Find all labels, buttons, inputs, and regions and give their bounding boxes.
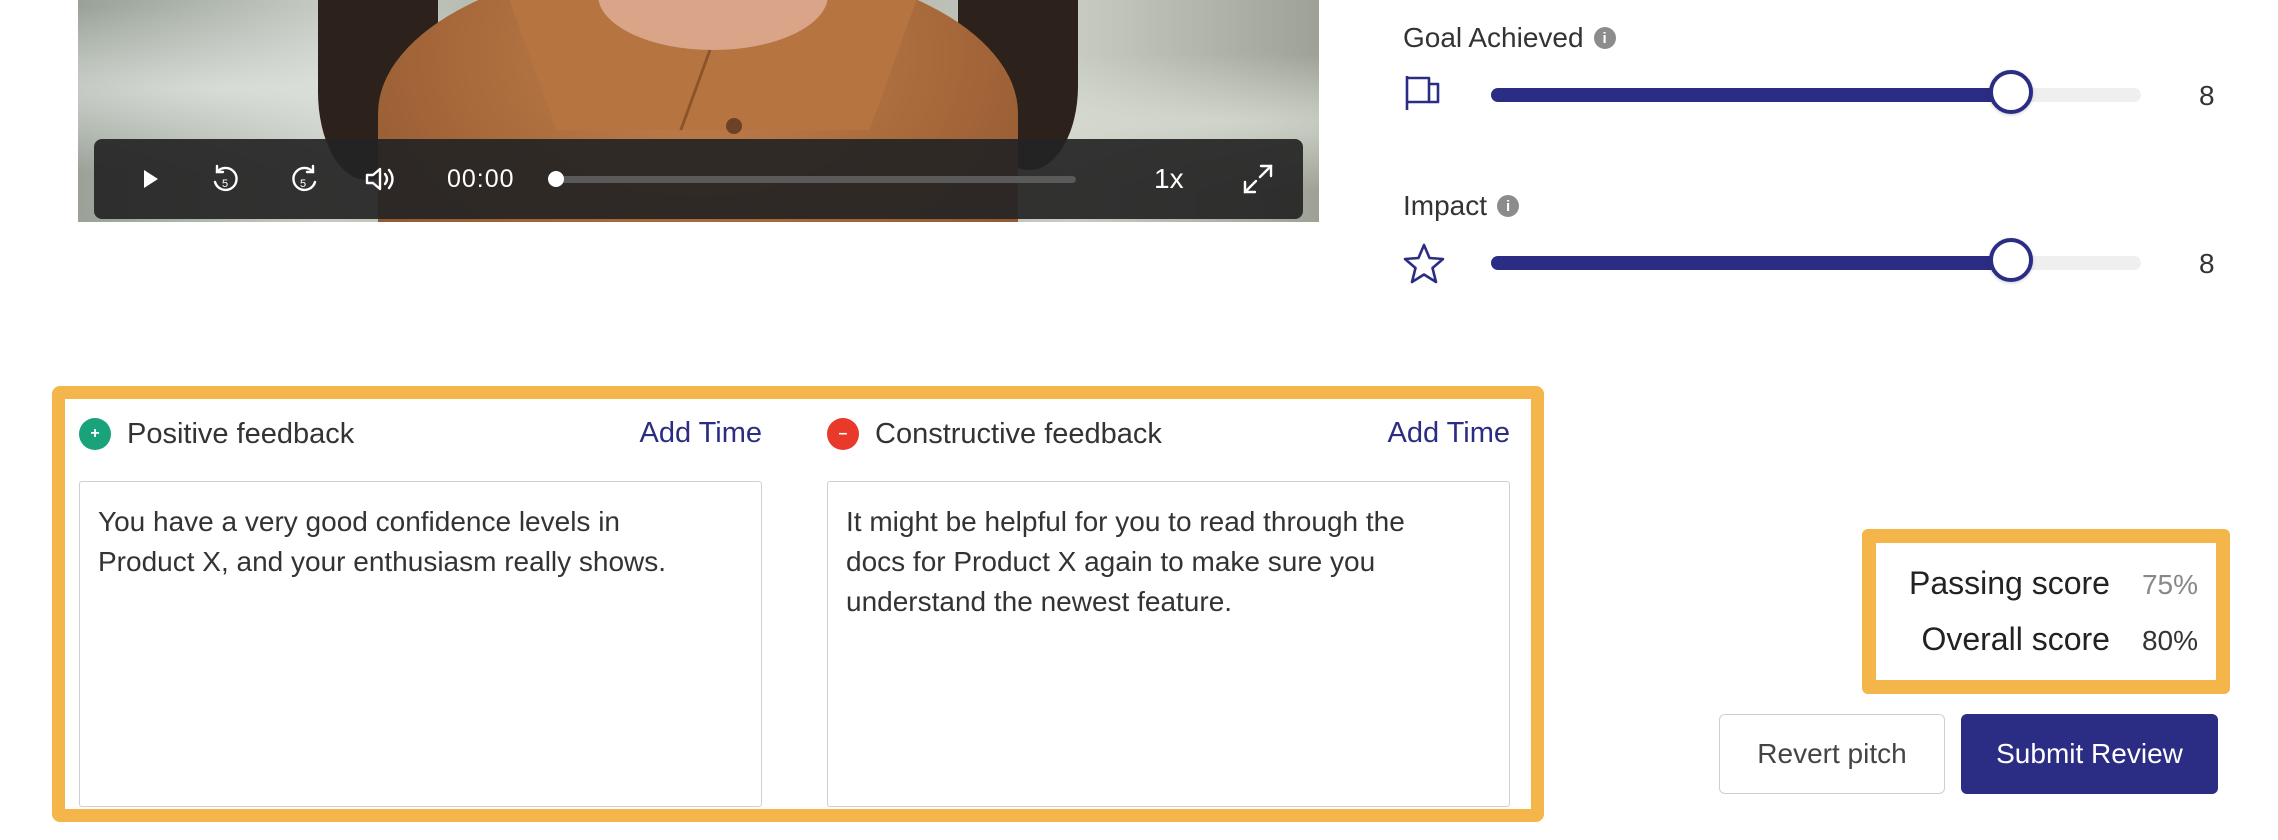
play-icon[interactable]: [130, 159, 170, 199]
metric-impact: Impact i: [1403, 190, 1520, 222]
score-summary: Passing score 75% Overall score 80%: [1862, 529, 2230, 694]
video-controls: 5 5 00:00 1x: [94, 139, 1303, 219]
revert-pitch-button[interactable]: Revert pitch: [1719, 714, 1945, 794]
overall-score-value: 80%: [2141, 625, 2198, 656]
slider-thumb[interactable]: [1989, 238, 2033, 282]
metric-goal-achieved: Goal Achieved i: [1403, 22, 1616, 54]
goal-achieved-value: 8: [2199, 80, 2215, 111]
goal-achieved-slider[interactable]: [1491, 70, 2141, 114]
time-display: 00:00: [447, 165, 515, 193]
fullscreen-icon[interactable]: [1238, 159, 1278, 199]
info-icon[interactable]: i: [1593, 27, 1616, 49]
forward-5-icon[interactable]: 5: [284, 159, 324, 199]
minus-circle-icon: –: [827, 418, 859, 450]
overall-score-row: Overall score 80%: [1921, 621, 2198, 658]
passing-score-value: 75%: [2141, 569, 2198, 600]
feedback-panel: + Positive feedback Add Time You have a …: [52, 386, 1544, 822]
impact-slider[interactable]: [1491, 238, 2141, 282]
metric-label: Goal Achieved: [1403, 22, 1584, 53]
flag-icon: [1402, 72, 1442, 112]
volume-icon[interactable]: [361, 159, 401, 199]
impact-value: 8: [2199, 248, 2215, 279]
submit-review-button[interactable]: Submit Review: [1961, 714, 2218, 794]
positive-add-time-link[interactable]: Add Time: [640, 417, 763, 450]
constructive-add-time-link[interactable]: Add Time: [1388, 417, 1511, 450]
passing-score-row: Passing score 75%: [1909, 565, 2198, 602]
star-icon: [1402, 242, 1446, 286]
passing-score-label: Passing score: [1908, 565, 2110, 601]
playback-speed[interactable]: 1x: [1154, 163, 1184, 195]
positive-feedback-textarea[interactable]: You have a very good confidence levels i…: [79, 481, 762, 807]
positive-feedback-section: + Positive feedback Add Time You have a …: [65, 399, 762, 809]
slider-thumb[interactable]: [1989, 70, 2033, 114]
constructive-feedback-section: – Constructive feedback Add Time It migh…: [813, 399, 1510, 809]
progress-bar[interactable]: [554, 176, 1076, 183]
svg-text:5: 5: [300, 178, 306, 190]
constructive-feedback-textarea[interactable]: It might be helpful for you to read thro…: [827, 481, 1510, 807]
positive-feedback-title: Positive feedback: [127, 418, 355, 450]
svg-text:5: 5: [222, 178, 228, 190]
progress-thumb[interactable]: [548, 171, 564, 187]
video-player[interactable]: 5 5 00:00 1x: [78, 0, 1319, 222]
constructive-feedback-title: Constructive feedback: [875, 418, 1162, 450]
overall-score-label: Overall score: [1921, 621, 2110, 657]
metric-label: Impact: [1403, 190, 1488, 221]
plus-circle-icon: +: [79, 418, 111, 450]
info-icon[interactable]: i: [1497, 195, 1520, 217]
rewind-5-icon[interactable]: 5: [206, 159, 246, 199]
